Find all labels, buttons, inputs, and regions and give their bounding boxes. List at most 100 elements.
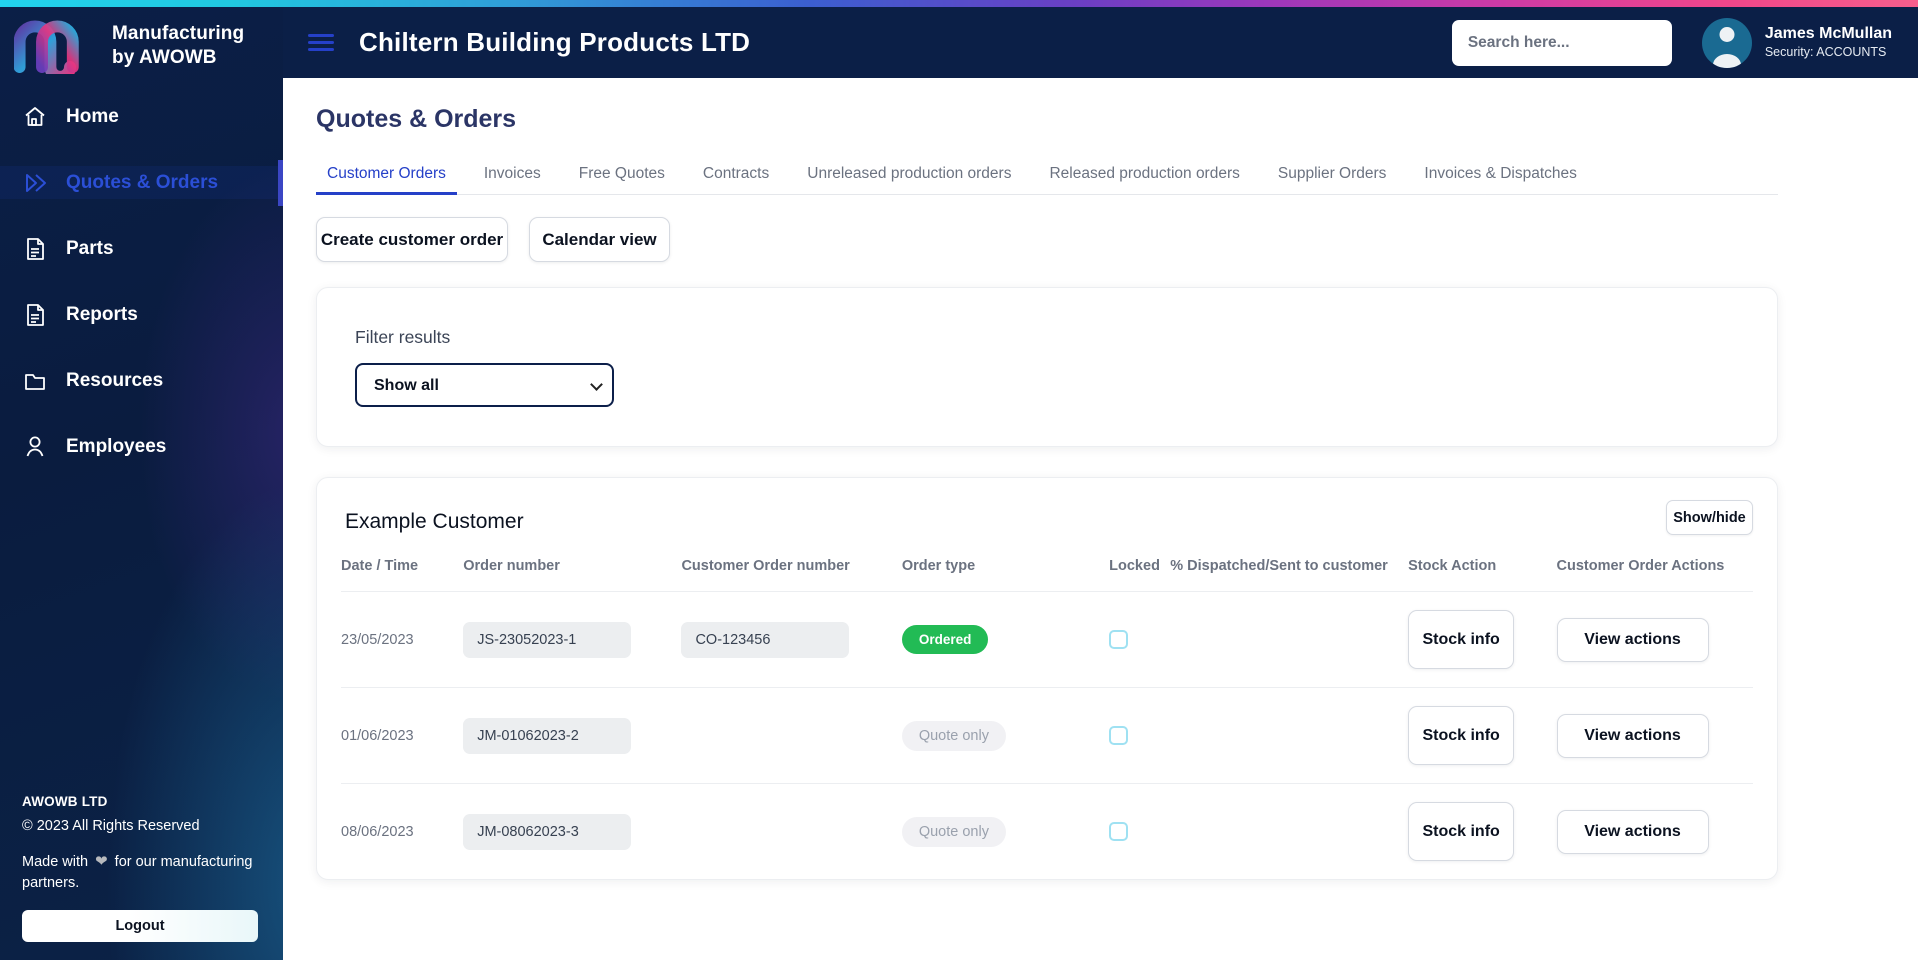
double-chevron-right-icon	[22, 170, 48, 196]
sidebar-footer: AWOWB LTD © 2023 All Rights Reserved Mad…	[22, 794, 262, 942]
view-actions-button[interactable]: View actions	[1556, 617, 1709, 662]
filter-select[interactable]: Show all	[355, 363, 614, 407]
locked-checkbox[interactable]	[1109, 726, 1129, 746]
order-number-pill: JS-23052023-1	[463, 621, 632, 658]
order-number-pill: JM-08062023-3	[463, 813, 632, 850]
cell-order-number: JM-01062023-2	[463, 687, 682, 784]
user-info: James McMullan Security: ACCOUNTS	[1765, 24, 1892, 60]
cell-locked	[1109, 687, 1171, 784]
sidebar-item-home[interactable]: Home	[0, 100, 283, 133]
tab-supplier-orders[interactable]: Supplier Orders	[1259, 165, 1406, 194]
cell-date: 23/05/2023	[341, 591, 464, 688]
cell-locked	[1109, 783, 1171, 880]
column-header-locked: Locked	[1109, 558, 1160, 574]
brand[interactable]: Manufacturing by AWOWB	[0, 0, 283, 83]
view-actions-button[interactable]: View actions	[1556, 713, 1709, 758]
table-row: 01/06/2023 JM-01062023-2 Quote only Stoc…	[341, 687, 1753, 784]
logout-button[interactable]: Logout	[22, 910, 258, 942]
cell-dispatched-pct	[1170, 783, 1409, 880]
cell-date: 01/06/2023	[341, 687, 464, 784]
cell-customer-order-actions: View actions	[1556, 687, 1753, 784]
document-icon	[22, 302, 48, 328]
sidebar-item-label: Resources	[66, 369, 164, 391]
home-icon	[22, 104, 48, 130]
cell-stock-action: Stock info	[1408, 591, 1557, 688]
sidebar-item-employees[interactable]: Employees	[0, 430, 283, 463]
footer-company: AWOWB LTD	[22, 793, 108, 809]
brand-line-1: Manufacturing	[112, 22, 245, 44]
filter-card: Filter results Show all	[316, 287, 1778, 447]
app-title: Chiltern Building Products LTD	[359, 27, 751, 57]
sidebar-item-label: Home	[66, 105, 119, 127]
sidebar-item-label: Parts	[66, 237, 114, 259]
sidebar-nav: Home Quotes & Orders Parts Reports Resou…	[0, 100, 283, 463]
cell-dispatched-pct	[1170, 687, 1409, 784]
made-with-prefix: Made with	[22, 853, 89, 870]
tab-free-quotes[interactable]: Free Quotes	[560, 165, 684, 194]
user-menu[interactable]: James McMullan Security: ACCOUNTS	[1701, 17, 1892, 68]
page-title: Quotes & Orders	[316, 105, 517, 133]
create-customer-order-button[interactable]: Create customer order	[316, 217, 508, 262]
stock-info-button[interactable]: Stock info	[1408, 706, 1515, 766]
sidebar-item-label: Employees	[66, 435, 167, 457]
status-badge: Quote only	[901, 720, 1006, 751]
orders-table-body: 23/05/2023 JS-23052023-1 CO-123456 Order…	[341, 591, 1753, 880]
column-header-order-type: Order type	[901, 558, 976, 574]
footer-made-with: Made with ❤ for our manufacturing partners…	[22, 851, 254, 894]
locked-checkbox[interactable]	[1109, 630, 1129, 650]
search-input[interactable]	[1451, 19, 1672, 66]
cell-customer-order-number: CO-123456	[681, 591, 902, 688]
heart-icon: ❤	[95, 852, 108, 870]
document-icon	[22, 236, 48, 262]
orders-table: Date / Time Order number Customer Order …	[341, 557, 1753, 880]
tab-invoices-dispatches[interactable]: Invoices & Dispatches	[1405, 165, 1596, 194]
folder-icon	[22, 368, 48, 394]
user-avatar-icon	[1701, 17, 1752, 68]
user-name: James McMullan	[1764, 25, 1892, 43]
hamburger-menu-icon[interactable]	[308, 30, 334, 55]
cell-order-type: Quote only	[901, 687, 1110, 784]
table-header-row: Date / Time Order number Customer Order …	[341, 557, 1753, 592]
cell-date: 08/06/2023	[341, 783, 464, 880]
cell-customer-order-actions: View actions	[1556, 783, 1753, 880]
cell-order-number: JS-23052023-1	[463, 591, 682, 688]
show-hide-button[interactable]: Show/hide	[1666, 500, 1753, 535]
sidebar-item-label: Quotes & Orders	[66, 171, 219, 193]
column-header-customer-order-number: Customer Order number	[681, 558, 850, 574]
cell-order-type: Ordered	[901, 591, 1110, 688]
tab-unreleased-production-orders[interactable]: Unreleased production orders	[788, 165, 1030, 194]
cell-dispatched-pct	[1170, 591, 1409, 688]
tab-contracts[interactable]: Contracts	[684, 165, 788, 194]
stock-info-button[interactable]: Stock info	[1408, 610, 1515, 670]
view-actions-button[interactable]: View actions	[1556, 809, 1709, 854]
sidebar-item-reports[interactable]: Reports	[0, 298, 283, 331]
filter-label: Filter results	[355, 327, 451, 347]
column-header-date: Date / Time	[341, 558, 419, 574]
tab-customer-orders[interactable]: Customer Orders	[316, 165, 465, 195]
tab-released-production-orders[interactable]: Released production orders	[1030, 165, 1258, 194]
sidebar-item-resources[interactable]: Resources	[0, 364, 283, 397]
cell-stock-action: Stock info	[1408, 783, 1557, 880]
cell-customer-order-number	[681, 783, 902, 880]
top-gradient-bar	[0, 0, 1918, 7]
locked-checkbox[interactable]	[1109, 822, 1129, 842]
customer-name: Example Customer	[345, 510, 524, 533]
cell-order-number: JM-08062023-3	[463, 783, 682, 880]
sidebar-item-parts[interactable]: Parts	[0, 232, 283, 265]
awowb-m-logo-icon	[13, 18, 98, 83]
stock-info-button[interactable]: Stock info	[1408, 802, 1515, 862]
header-right: James McMullan Security: ACCOUNTS	[1451, 17, 1918, 68]
calendar-view-button[interactable]: Calendar view	[529, 217, 670, 262]
action-button-row: Create customer order Calendar view	[316, 217, 1918, 262]
column-header-dispatched: % Dispatched/Sent to customer	[1170, 558, 1388, 574]
order-number-pill: JM-01062023-2	[463, 717, 632, 754]
orders-table-card: Example Customer Show/hide Date / Time O…	[316, 477, 1778, 881]
table-row: 08/06/2023 JM-08062023-3 Quote only Stoc…	[341, 783, 1753, 880]
sidebar-item-quotes-orders[interactable]: Quotes & Orders	[0, 160, 283, 206]
table-row: 23/05/2023 JS-23052023-1 CO-123456 Order…	[341, 591, 1753, 688]
tab-invoices[interactable]: Invoices	[465, 165, 560, 194]
table-card-header: Example Customer Show/hide	[341, 500, 1753, 535]
status-badge: Ordered	[901, 625, 989, 655]
cell-customer-order-number	[681, 687, 902, 784]
column-header-customer-order-actions: Customer Order Actions	[1556, 558, 1725, 574]
